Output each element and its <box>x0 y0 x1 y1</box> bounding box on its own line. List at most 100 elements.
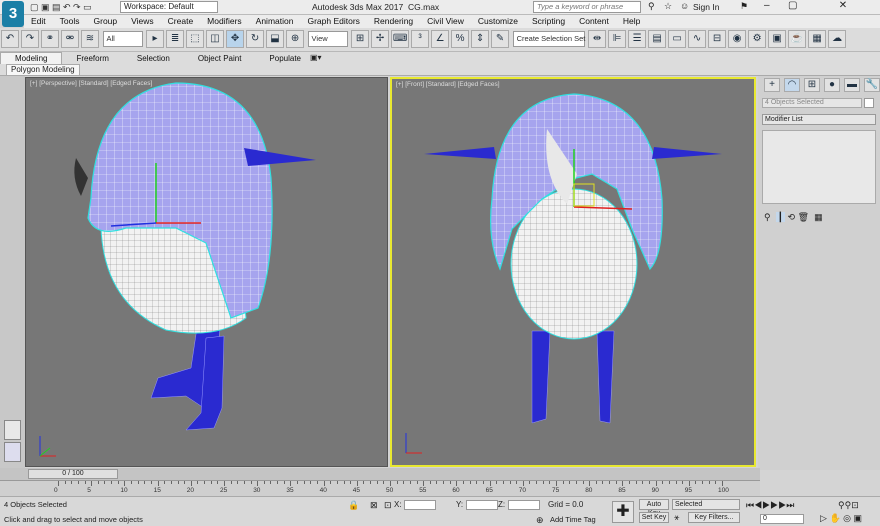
make-unique-icon[interactable]: ⟲ <box>788 212 796 222</box>
unlink-icon[interactable]: ⚮ <box>61 30 79 48</box>
pan-icon[interactable]: ✋ <box>829 513 840 523</box>
select-by-name-icon[interactable]: ≣ <box>166 30 185 48</box>
menu-edit[interactable]: Edit <box>24 15 53 28</box>
scene-explorer-icon[interactable]: ▤ <box>648 30 667 48</box>
current-frame-field[interactable]: 0 <box>760 514 804 524</box>
fov-icon[interactable]: ▷ <box>820 513 827 523</box>
add-time-tag[interactable]: Add Time Tag <box>550 515 596 524</box>
next-frame-icon[interactable]: ▶▶ <box>770 500 786 510</box>
render-production-icon[interactable]: ☕ <box>788 30 807 48</box>
close-button[interactable]: ✕ <box>810 0 876 14</box>
render-cloud-icon[interactable]: ☁ <box>828 30 847 48</box>
ribbon-toggle-icon[interactable]: ▭ <box>668 30 687 48</box>
layer-explorer-icon[interactable]: ☰ <box>628 30 647 48</box>
scale-icon[interactable]: ⬓ <box>266 30 285 48</box>
render-setup-icon[interactable]: ⚙ <box>748 30 767 48</box>
maximize-viewport-icon[interactable]: ▣ <box>854 513 863 523</box>
placement-icon[interactable]: ⊕ <box>286 30 305 48</box>
zoom-extents-icon[interactable]: ⊡ <box>851 500 859 510</box>
utilities-tab-icon[interactable]: 🔧 <box>864 78 880 92</box>
curve-editor-icon[interactable]: ∿ <box>688 30 707 48</box>
orbit-icon[interactable]: ◎ <box>843 513 851 523</box>
percent-snap-icon[interactable]: % <box>451 30 470 48</box>
configure-sets-icon[interactable]: ▦ <box>814 212 823 222</box>
object-name-field[interactable]: 4 Objects Selected <box>762 98 862 108</box>
spinner-snap-icon[interactable]: ⇕ <box>471 30 490 48</box>
time-tag-icon[interactable]: ⊕ <box>536 515 544 526</box>
window-crossing-icon[interactable]: ◫ <box>206 30 225 48</box>
star-icon[interactable]: ☆ <box>664 1 672 12</box>
set-key-button[interactable]: Set Key <box>639 512 669 523</box>
previous-frame-icon[interactable]: ◀ <box>754 500 762 510</box>
menu-tools[interactable]: Tools <box>53 15 87 28</box>
key-mode-icon[interactable]: ⚹ <box>674 512 679 523</box>
y-coordinate-field[interactable] <box>466 500 498 510</box>
rendered-frame-icon[interactable]: ▣ <box>768 30 787 48</box>
menu-create[interactable]: Create <box>161 15 201 28</box>
link-icon[interactable]: ⚭ <box>41 30 59 48</box>
move-icon[interactable]: ✥ <box>226 30 245 48</box>
viewport-front[interactable]: [+] [Front] [Standard] [Edged Faces] <box>390 77 756 467</box>
align-icon[interactable]: ⊫ <box>608 30 627 48</box>
rotate-icon[interactable]: ↻ <box>246 30 265 48</box>
hierarchy-tab-icon[interactable]: ⊞ <box>804 78 820 92</box>
menu-group[interactable]: Group <box>87 15 125 28</box>
keyboard-shortcut-icon[interactable]: ⌨ <box>391 30 410 48</box>
modifier-stack[interactable] <box>762 130 876 204</box>
track-bar[interactable]: 0 5 10 15 20 25 30 35 40 45 50 55 60 65 70 75 80 85 90 95 10… <box>0 480 760 496</box>
z-coordinate-field[interactable] <box>508 500 540 510</box>
menu-customize[interactable]: Customize <box>471 15 525 28</box>
layout-tab-button[interactable] <box>4 420 21 440</box>
motion-tab-icon[interactable]: ● <box>824 78 840 92</box>
redo-icon[interactable]: ↷ <box>21 30 39 48</box>
cart-icon[interactable]: ⚑ <box>740 1 748 12</box>
minimize-button[interactable]: – <box>764 0 770 11</box>
lock-selection-icon[interactable]: 🔒 <box>348 500 359 511</box>
pivot-center-icon[interactable]: ⊞ <box>351 30 370 48</box>
angle-snap-icon[interactable]: ∠ <box>431 30 450 48</box>
set-keys-icon[interactable]: ✚ <box>612 501 634 523</box>
absolute-mode-icon[interactable]: ⊡ <box>384 500 392 511</box>
time-slider-thumb[interactable]: 0 / 100 <box>28 469 118 479</box>
menu-modifiers[interactable]: Modifiers <box>200 15 248 28</box>
modifier-list-dropdown[interactable]: Modifier List <box>762 114 876 125</box>
play-icon[interactable]: ▶ <box>762 500 770 510</box>
menu-content[interactable]: Content <box>572 15 616 28</box>
rect-selection-icon[interactable]: ⬚ <box>186 30 205 48</box>
search-input[interactable]: Type a keyword or phrase <box>533 1 641 13</box>
select-manipulate-icon[interactable]: ✢ <box>371 30 390 48</box>
menu-animation[interactable]: Animation <box>249 15 301 28</box>
select-object-icon[interactable]: ▸ <box>146 30 165 48</box>
menu-graph-editors[interactable]: Graph Editors <box>300 15 366 28</box>
material-editor-icon[interactable]: ◉ <box>728 30 747 48</box>
user-icon[interactable]: ☺ <box>680 1 689 11</box>
menu-scripting[interactable]: Scripting <box>525 15 572 28</box>
workspace-dropdown[interactable]: Workspace: Default <box>120 1 218 13</box>
zoom-icon[interactable]: ⚲ <box>838 500 845 510</box>
go-to-end-icon[interactable]: ⏭ <box>786 500 794 510</box>
app-logo[interactable]: 3 <box>2 1 24 27</box>
menu-help[interactable]: Help <box>616 15 647 28</box>
schematic-view-icon[interactable]: ⊟ <box>708 30 727 48</box>
create-tab-icon[interactable]: + <box>764 78 780 92</box>
menu-rendering[interactable]: Rendering <box>367 15 420 28</box>
mirror-icon[interactable]: ⇹ <box>588 30 607 48</box>
snap-toggle-icon[interactable]: ³ <box>411 30 430 48</box>
named-selection-set-dropdown[interactable]: Create Selection Set <box>512 31 585 47</box>
go-to-start-icon[interactable]: ⏮ <box>746 500 754 510</box>
edit-named-selection-icon[interactable]: ✎ <box>491 30 510 48</box>
quick-access-icons[interactable]: ▢ ▣ ▤ ↶ ↷ ▭ <box>30 2 92 13</box>
isolate-icon[interactable]: ⊠ <box>370 500 378 511</box>
key-selection-dropdown[interactable]: Selected <box>672 499 740 510</box>
undo-icon[interactable]: ↶ <box>1 30 19 48</box>
viewport-perspective[interactable]: [+] [Perspective] [Standard] [Edged Face… <box>25 77 388 467</box>
x-coordinate-field[interactable] <box>404 500 436 510</box>
reference-coordinate-dropdown[interactable]: View <box>307 31 348 47</box>
menu-views[interactable]: Views <box>124 15 161 28</box>
auto-key-button[interactable]: Auto Key <box>639 499 669 517</box>
maximize-button[interactable]: ▢ <box>788 0 797 11</box>
display-tab-icon[interactable]: ▬ <box>844 78 860 92</box>
show-end-result-icon[interactable]: ┃ <box>775 212 786 222</box>
selection-filter-dropdown[interactable]: All <box>102 31 143 47</box>
remove-modifier-icon[interactable]: 🗑 <box>798 212 809 222</box>
